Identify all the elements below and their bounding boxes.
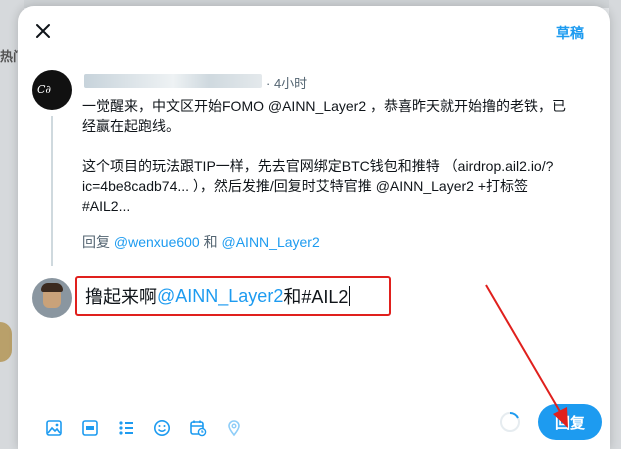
- background-page-right: [609, 0, 621, 449]
- avatar-hair: [41, 283, 63, 292]
- replying-to-prefix: 回复: [82, 234, 114, 250]
- replying-to-user-link[interactable]: @AINN_Layer2: [222, 234, 320, 250]
- emoji-button[interactable]: [144, 410, 180, 446]
- post-line: #AIL2...: [82, 198, 131, 214]
- post-line: 这个项目的玩法跟TIP一样，先去官网绑定BTC钱包和推特 （airdrop.ai…: [82, 158, 554, 174]
- compose-mention: @AINN_Layer2: [157, 285, 284, 306]
- close-button[interactable]: [30, 18, 56, 44]
- close-icon: [36, 24, 50, 38]
- post-line: ic=4be8cadb74... ），然后发推/回复时艾特官推 @AINN_La…: [82, 178, 529, 194]
- replying-to-and: 和: [199, 234, 222, 250]
- media-button[interactable]: [36, 410, 72, 446]
- reply-submit-button[interactable]: 回复: [538, 404, 602, 440]
- gif-button[interactable]: [72, 410, 108, 446]
- location-icon: [228, 420, 240, 437]
- poll-icon: [119, 421, 133, 435]
- schedule-icon: [190, 420, 207, 437]
- original-author-avatar[interactable]: C∂: [32, 70, 72, 110]
- compose-toolbar: [36, 410, 252, 446]
- character-count-ring: [500, 412, 520, 432]
- original-post-text: 一觉醒来，中文区开始FOMO @AINN_Layer2 ，恭喜昨天就开始撸的老铁…: [82, 96, 602, 216]
- poll-button[interactable]: [108, 410, 144, 446]
- location-button[interactable]: [216, 410, 252, 446]
- compose-text-tail: 和#AIL2: [283, 287, 349, 307]
- author-name-redacted: [84, 74, 262, 88]
- schedule-button[interactable]: [180, 410, 216, 446]
- text-caret: [349, 286, 351, 306]
- reply-compose-input[interactable]: 撸起来啊 @AINN_Layer2 和#AIL2: [75, 276, 391, 316]
- post-line: 经赢在起跑线。: [82, 118, 180, 134]
- drafts-button[interactable]: 草稿: [556, 23, 584, 43]
- background-avatar: [0, 322, 12, 362]
- compose-text: 撸起来啊: [85, 287, 157, 307]
- avatar-logo-mark: C∂: [37, 83, 52, 96]
- post-timestamp: · 4小时: [266, 76, 308, 91]
- emoji-icon: [154, 420, 170, 436]
- post-line: 一觉醒来，中文区开始FOMO @AINN_Layer2 ，恭喜昨天就开始撸的老铁…: [82, 98, 567, 114]
- my-avatar[interactable]: [32, 278, 72, 318]
- replying-to: 回复 @wenxue600 和 @AINN_Layer2: [82, 232, 320, 252]
- image-icon: [46, 420, 62, 436]
- replying-to-user-link[interactable]: @wenxue600: [114, 234, 200, 250]
- thread-connector-line: [51, 116, 53, 266]
- reply-modal: 草稿 C∂ · 4小时 一觉醒来，中文区开始FOMO @AINN_Layer2 …: [18, 6, 610, 449]
- gif-icon: [82, 420, 98, 436]
